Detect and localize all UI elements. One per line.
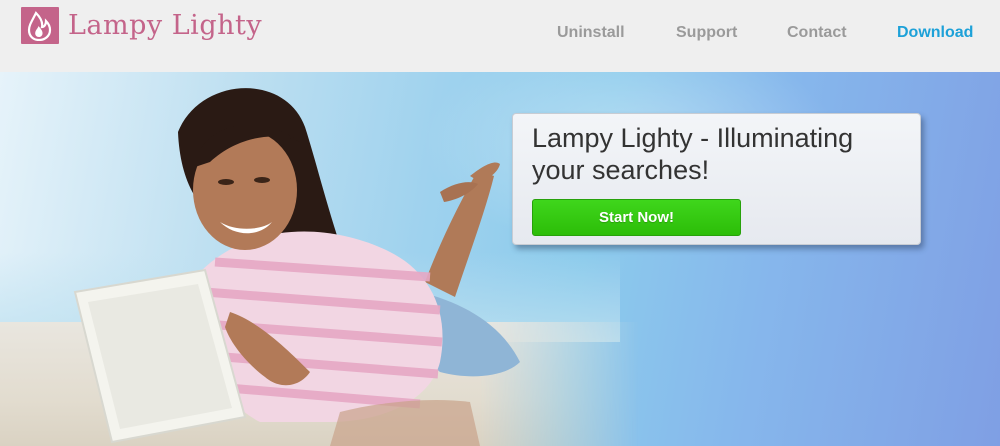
site-header: Lampy Lighty Uninstall Support Contact D… <box>0 0 1000 72</box>
nav-support-link[interactable]: Support <box>676 24 737 42</box>
promo-card: Lampy Lighty - Illuminating your searche… <box>512 113 921 245</box>
nav-download-link[interactable]: Download <box>897 24 973 42</box>
hero-banner: Lampy Lighty - Illuminating your searche… <box>0 72 1000 446</box>
start-now-button[interactable]: Start Now! <box>532 199 741 236</box>
nav-uninstall-link[interactable]: Uninstall <box>557 24 625 42</box>
nav-contact-link[interactable]: Contact <box>787 24 847 42</box>
promo-headline: Lampy Lighty - Illuminating your searche… <box>532 123 854 185</box>
main-nav: Uninstall Support Contact Download <box>0 24 1000 44</box>
